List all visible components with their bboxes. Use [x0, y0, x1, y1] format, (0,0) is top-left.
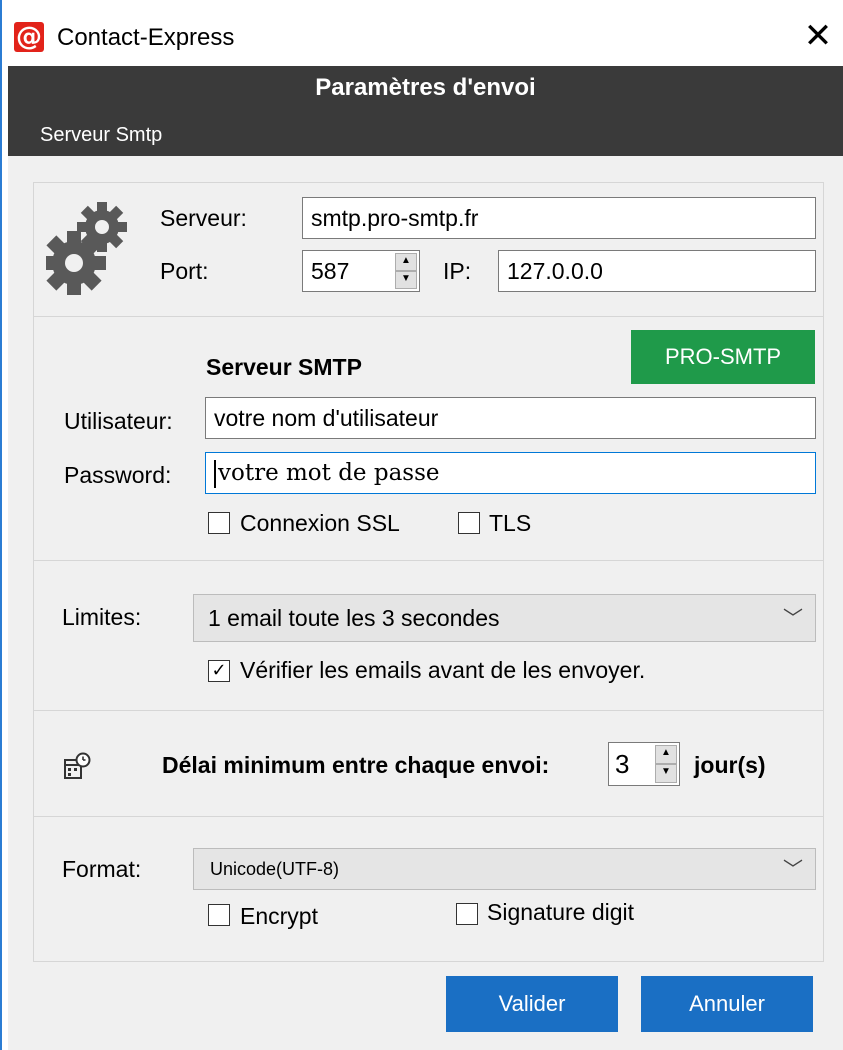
port-stepper[interactable]: 587 ▲ ▼: [302, 250, 420, 292]
encrypt-label: Encrypt: [240, 903, 318, 929]
section-divider: [33, 560, 824, 561]
user-label: Utilisateur:: [64, 408, 173, 434]
format-dropdown[interactable]: Unicode(UTF-8) ﹀: [193, 848, 816, 890]
encrypt-checkbox[interactable]: [208, 904, 230, 926]
password-label: Password:: [64, 462, 172, 488]
window-border: [0, 0, 2, 1050]
server-label: Serveur:: [160, 205, 247, 231]
delay-stepper[interactable]: 3 ▲ ▼: [608, 742, 680, 786]
header-band: Paramètres d'envoi Serveur Smtp: [8, 66, 843, 156]
ip-input[interactable]: 127.0.0.0: [498, 250, 816, 292]
title-bar: @ Contact-Express ✕: [0, 0, 843, 66]
limits-dropdown[interactable]: 1 email toute les 3 secondes ﹀: [193, 594, 816, 642]
limits-label: Limites:: [62, 604, 142, 630]
delay-value: 3: [615, 749, 630, 779]
chevron-down-icon: ﹀: [783, 857, 803, 881]
verify-checkbox[interactable]: ✓: [208, 660, 230, 682]
section-divider: [33, 710, 824, 711]
pro-smtp-button[interactable]: PRO-SMTP: [631, 330, 815, 384]
section-divider: [33, 316, 824, 317]
spin-down-icon[interactable]: ▼: [395, 271, 417, 289]
limits-selected: 1 email toute les 3 secondes: [208, 605, 500, 631]
calendar-clock-icon: [64, 752, 91, 779]
signature-label: Signature digit: [487, 899, 635, 925]
tls-checkbox[interactable]: [458, 512, 480, 534]
cancel-button[interactable]: Annuler: [641, 976, 813, 1032]
ssl-checkbox[interactable]: [208, 512, 230, 534]
spin-down-icon[interactable]: ▼: [655, 764, 677, 783]
gear-icon: [46, 202, 127, 295]
password-value: votre mot de passe: [218, 460, 440, 486]
password-input[interactable]: votre mot de passe: [205, 452, 816, 494]
ip-label: IP:: [443, 258, 472, 284]
delay-label: Délai minimum entre chaque envoi:: [162, 752, 550, 778]
spin-up-icon[interactable]: ▲: [655, 745, 677, 764]
window-title: Contact-Express: [57, 24, 235, 51]
delay-unit: jour(s): [694, 752, 766, 778]
text-caret: [214, 460, 216, 488]
verify-label: Vérifier les emails avant de les envoyer…: [240, 657, 646, 683]
port-label: Port:: [160, 258, 209, 284]
signature-checkbox[interactable]: [456, 903, 478, 925]
section-subtitle: Serveur Smtp: [40, 124, 163, 146]
spin-up-icon[interactable]: ▲: [395, 253, 417, 271]
smtp-heading: Serveur SMTP: [206, 354, 362, 380]
section-divider: [33, 816, 824, 817]
close-icon[interactable]: ✕: [796, 14, 840, 58]
format-selected: Unicode(UTF-8): [210, 859, 340, 879]
ssl-label: Connexion SSL: [240, 510, 400, 536]
server-host-input[interactable]: smtp.pro-smtp.fr: [302, 197, 816, 239]
username-input[interactable]: votre nom d'utilisateur: [205, 397, 816, 439]
validate-button[interactable]: Valider: [446, 976, 618, 1032]
chevron-down-icon: ﹀: [783, 606, 803, 630]
page-title: Paramètres d'envoi: [315, 74, 536, 101]
format-label: Format:: [62, 856, 142, 882]
app-logo-icon: @: [14, 22, 44, 52]
tls-label: TLS: [489, 510, 532, 536]
port-value: 587: [311, 258, 350, 284]
settings-panel: [33, 182, 824, 962]
